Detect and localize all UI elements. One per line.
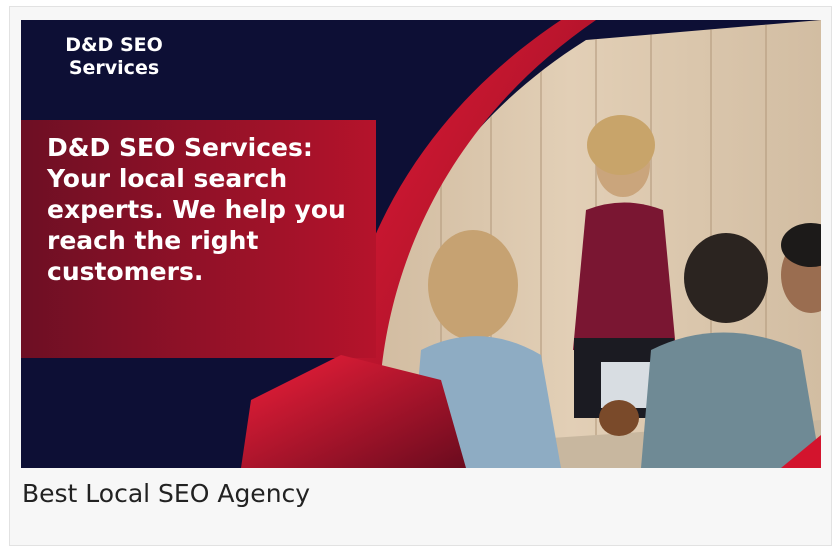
banner-headline: D&D SEO Services: Your local search expe… bbox=[47, 133, 346, 286]
brand-logo-text: D&D SEO Services bbox=[65, 34, 163, 79]
banner-image[interactable]: D&D SEO Services D&D SEO Services: Your … bbox=[21, 20, 821, 468]
image-caption: Best Local SEO Agency bbox=[22, 479, 311, 508]
